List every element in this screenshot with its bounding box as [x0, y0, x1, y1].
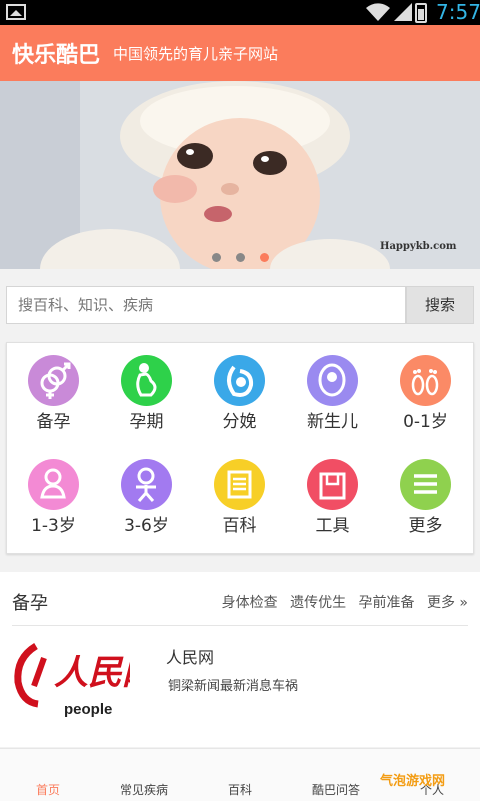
toolbox-icon [307, 459, 358, 510]
carousel-dot[interactable] [236, 253, 245, 262]
category-label: 工具 [315, 516, 350, 536]
tab-diseases[interactable]: 常见疾病 [96, 781, 192, 798]
beiyun-section: 备孕 身体检查 遗传优生 孕前准备 更多 » 人民网 people 人民网 铜梁… [0, 572, 480, 747]
app-header: 快乐酷巴 中国领先的育儿亲子网站 [0, 25, 480, 81]
status-bar: 7:57 [0, 0, 480, 25]
people-logo[interactable]: 人民网 people [12, 638, 161, 730]
svg-text:人民网: 人民网 [54, 653, 130, 693]
category-yunqi[interactable]: 孕期 [100, 343, 193, 443]
category-more[interactable]: 更多 [379, 447, 472, 547]
carousel-dot[interactable] [212, 253, 221, 262]
divider [12, 625, 468, 626]
banner-carousel[interactable]: Happykb.com [0, 81, 480, 269]
tab-baike[interactable]: 百科 [192, 781, 288, 798]
people-logo-text: people [64, 701, 112, 718]
link-shenti[interactable]: 身体检查 [222, 595, 278, 611]
section-title: 备孕 [12, 593, 48, 614]
footprint-icon [400, 355, 451, 406]
app-subtitle: 中国领先的育儿亲子网站 [113, 45, 279, 63]
search-button[interactable]: 搜索 [406, 286, 474, 324]
carousel-indicator [212, 253, 272, 263]
image-notification-icon [6, 4, 26, 20]
toddler-icon [28, 459, 79, 510]
news-desc: 铜梁新闻最新消息车祸 [168, 679, 299, 694]
signal-icon [394, 3, 412, 21]
category-fenmian[interactable]: 分娩 [193, 343, 286, 443]
pregnant-icon [121, 355, 172, 406]
category-label: 百科 [222, 516, 257, 536]
carousel-dot-active[interactable] [260, 253, 269, 262]
category-xinshenger[interactable]: 新生儿 [286, 343, 379, 443]
category-1-3[interactable]: 1-3岁 [7, 447, 100, 547]
gender-icon [28, 355, 79, 406]
birth-icon [214, 355, 265, 406]
category-beiyun[interactable]: 备孕 [7, 343, 100, 443]
category-baike[interactable]: 百科 [193, 447, 286, 547]
category-label: 1-3岁 [31, 516, 76, 536]
banner-watermark: Happykb.com [380, 241, 457, 252]
category-label: 0-1岁 [403, 412, 448, 432]
category-label: 备孕 [36, 412, 71, 432]
battery-icon [415, 3, 427, 23]
category-0-1[interactable]: 0-1岁 [379, 343, 472, 443]
category-3-6[interactable]: 3-6岁 [100, 447, 193, 547]
link-more[interactable]: 更多 » [427, 595, 468, 611]
category-gongju[interactable]: 工具 [286, 447, 379, 547]
app-title: 快乐酷巴 [12, 43, 101, 68]
tab-qa[interactable]: 酷巴问答 [288, 781, 384, 798]
clock: 7:57 [436, 0, 480, 24]
menu-icon [400, 459, 451, 510]
category-grid: 备孕 孕期 分娩 新生儿 0-1岁 1-3岁 3-6岁 百科 工具 更多 [6, 342, 474, 554]
category-label: 新生儿 [307, 412, 358, 432]
newborn-icon [307, 355, 358, 406]
book-icon [214, 459, 265, 510]
search-box [6, 286, 406, 324]
category-label: 分娩 [222, 412, 257, 432]
footer-watermark: 气泡游戏网 [380, 774, 446, 789]
search-input[interactable] [7, 287, 398, 323]
section-links: 身体检查 遗传优生 孕前准备 更多 » [214, 592, 468, 612]
link-yichuan[interactable]: 遗传优生 [290, 595, 346, 611]
category-label: 3-6岁 [124, 516, 169, 536]
wifi-icon [366, 3, 390, 21]
tab-home[interactable]: 首页 [0, 781, 96, 798]
child-icon [121, 459, 172, 510]
link-yunqian[interactable]: 孕前准备 [359, 595, 415, 611]
category-label: 更多 [408, 516, 443, 536]
category-label: 孕期 [129, 412, 164, 432]
news-title[interactable]: 人民网 [166, 644, 214, 668]
